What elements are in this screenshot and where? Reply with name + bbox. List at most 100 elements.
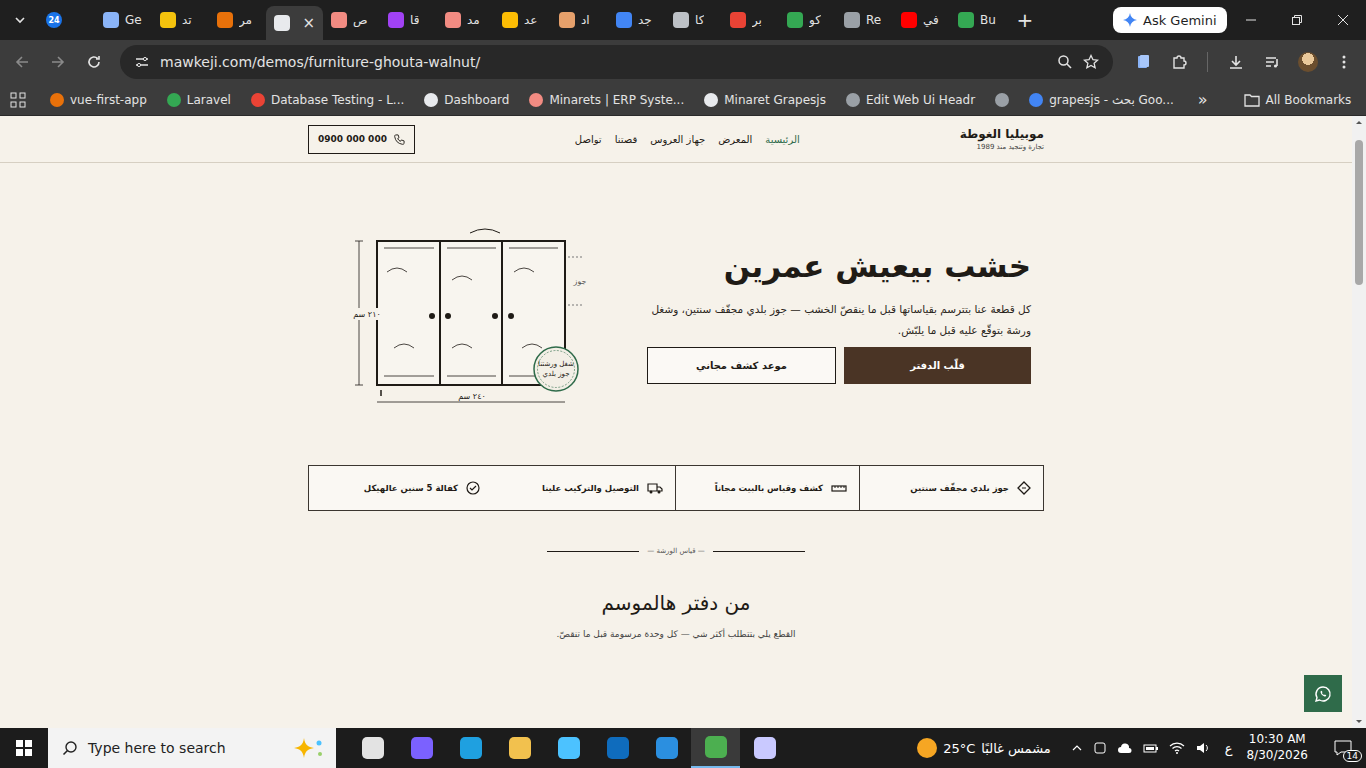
bookmark[interactable]: grapesjs - بحث Goo... — [1021, 87, 1182, 113]
nav-link[interactable]: قصتنا — [615, 134, 638, 145]
media-button[interactable] — [1256, 46, 1288, 78]
browser-tab[interactable]: Bu — [950, 4, 1007, 36]
nav-link[interactable]: جهاز العروس — [650, 134, 705, 145]
downloads-button[interactable] — [1220, 46, 1252, 78]
scrollbar[interactable] — [1352, 116, 1366, 728]
screen: 24Geتدمر × ص قا مدعداد جد كابر كو ReفيBu+ Ask Gem… — [0, 0, 1366, 768]
taskbar-app[interactable] — [397, 728, 446, 768]
feature-item: كشف وقياس بالبيت مجاناً — [675, 466, 859, 510]
start-button[interactable] — [0, 728, 48, 768]
browser-tab[interactable]: Re — [836, 4, 893, 36]
browser-tab[interactable]: في — [893, 4, 950, 36]
notification-button[interactable]: 14 — [1328, 740, 1358, 756]
tab-label: قا — [410, 13, 419, 27]
browser-tab[interactable]: بر — [722, 4, 779, 36]
favicon-icon — [217, 12, 233, 28]
bookmark[interactable]: Laravel — [159, 87, 239, 113]
taskbar-app[interactable] — [348, 728, 397, 768]
site-logo[interactable]: موبيليا الغوطةتجارة وتنجيد منذ 1989 — [960, 127, 1044, 151]
browser-tab[interactable]: عد — [494, 4, 551, 36]
app-icon — [509, 737, 531, 759]
taskbar-app[interactable] — [593, 728, 642, 768]
hero-paragraph: كل قطعة عنا بتترسم بقياساتها قبل ما ينقص… — [647, 299, 1031, 341]
tab-search-button[interactable] — [6, 6, 34, 34]
back-button[interactable] — [6, 46, 38, 78]
taskbar-app[interactable] — [691, 728, 740, 768]
all-bookmarks-button[interactable]: All Bookmarks — [1236, 87, 1360, 113]
scroll-up-icon[interactable] — [1352, 116, 1366, 128]
reload-button[interactable] — [78, 46, 110, 78]
tray-app-icon[interactable] — [1093, 741, 1107, 755]
taskbar-search[interactable]: Type here to search — [48, 728, 336, 768]
bookmark[interactable] — [987, 87, 1017, 113]
browser-tab[interactable]: Ge — [95, 4, 152, 36]
browser-tab[interactable]: كا — [665, 4, 722, 36]
browser-tab[interactable]: × — [266, 6, 323, 40]
browser-tab[interactable]: قا — [380, 4, 437, 36]
extensions-button[interactable] — [1163, 46, 1195, 78]
browser-tab[interactable]: 24 — [38, 4, 95, 36]
scroll-down-icon[interactable] — [1352, 716, 1366, 728]
bookmark[interactable]: Minaret Grapesjs — [696, 87, 834, 113]
bookmark[interactable]: Edit Web Ui Headr — [838, 87, 983, 113]
browser-tab[interactable]: ص — [323, 4, 380, 36]
profile-button[interactable] — [1292, 46, 1324, 78]
bookmarks-overflow-button[interactable]: » — [1190, 90, 1216, 109]
apps-button[interactable] — [10, 88, 26, 112]
browser-tab[interactable]: كو — [779, 4, 836, 36]
new-tab-button[interactable]: + — [1007, 4, 1043, 36]
weather-widget[interactable]: 25°Cمشمس غالبًا — [917, 738, 1051, 758]
taskbar-app[interactable] — [544, 728, 593, 768]
taskbar-app[interactable] — [642, 728, 691, 768]
browser-tab[interactable]: مد — [437, 4, 494, 36]
browser-tab[interactable]: اد — [551, 4, 608, 36]
minimize-button[interactable] — [1228, 0, 1274, 40]
zoom-icon[interactable] — [1057, 54, 1073, 70]
bookmark[interactable]: Dashboard — [416, 87, 517, 113]
phone-icon — [394, 134, 405, 145]
phone-button[interactable]: 0900 000 000 — [308, 125, 415, 154]
url-text: mawkeji.com/demos/furniture-ghouta-walnu… — [160, 54, 1047, 70]
bookmark-favicon-icon — [251, 93, 265, 107]
taskbar-app[interactable] — [495, 728, 544, 768]
taskbar-app[interactable] — [740, 728, 789, 768]
clock[interactable]: 10:30 AM8/30/2026 — [1246, 732, 1308, 763]
whatsapp-button[interactable] — [1304, 675, 1342, 712]
taskbar-apps — [348, 728, 789, 768]
tab-label: كو — [809, 13, 821, 27]
scrollbar-thumb[interactable] — [1355, 140, 1363, 285]
close-window-button[interactable] — [1320, 0, 1366, 40]
browser-tab[interactable]: تد — [152, 4, 209, 36]
secondary-button[interactable]: موعد كشف مجاني — [647, 347, 836, 384]
toolbar: mawkeji.com/demos/furniture-ghouta-walnu… — [0, 40, 1366, 84]
browser-tab[interactable]: جد — [608, 4, 665, 36]
taskbar-app[interactable] — [446, 728, 495, 768]
side-panel-button[interactable] — [1127, 46, 1159, 78]
menu-button[interactable] — [1328, 46, 1360, 78]
app-icon — [460, 737, 482, 759]
svg-text:جوز بلدي: جوز بلدي — [543, 370, 570, 378]
tray-chevron-icon[interactable] — [1071, 742, 1083, 754]
ask-gemini-button[interactable]: Ask Gemini — [1113, 7, 1227, 33]
input-language[interactable]: ع — [1221, 741, 1237, 756]
onedrive-icon[interactable] — [1117, 741, 1133, 755]
feature-item: جوز بلدي مجفّف سنتين — [859, 466, 1043, 510]
bookmark[interactable]: vue-first-app — [42, 87, 155, 113]
star-icon[interactable] — [1083, 54, 1099, 70]
primary-button[interactable]: قلّب الدفتر — [844, 347, 1031, 384]
battery-icon[interactable] — [1143, 741, 1159, 755]
forward-button[interactable] — [42, 46, 74, 78]
tab-close-button[interactable]: × — [302, 16, 315, 31]
nav-link[interactable]: تواصل — [575, 134, 602, 145]
ruler-icon — [831, 481, 847, 495]
bookmark[interactable]: Database Testing - L... — [243, 87, 412, 113]
restore-button[interactable] — [1274, 0, 1320, 40]
tab-label: جد — [638, 13, 652, 27]
address-bar[interactable]: mawkeji.com/demos/furniture-ghouta-walnu… — [120, 45, 1113, 79]
browser-tab[interactable]: مر — [209, 4, 266, 36]
nav-link[interactable]: المعرض — [718, 134, 752, 145]
wifi-icon[interactable] — [1169, 741, 1185, 755]
nav-link[interactable]: الرئيسية — [765, 134, 799, 145]
volume-icon[interactable] — [1195, 741, 1211, 755]
bookmark[interactable]: Minarets | ERP Syste... — [521, 87, 692, 113]
